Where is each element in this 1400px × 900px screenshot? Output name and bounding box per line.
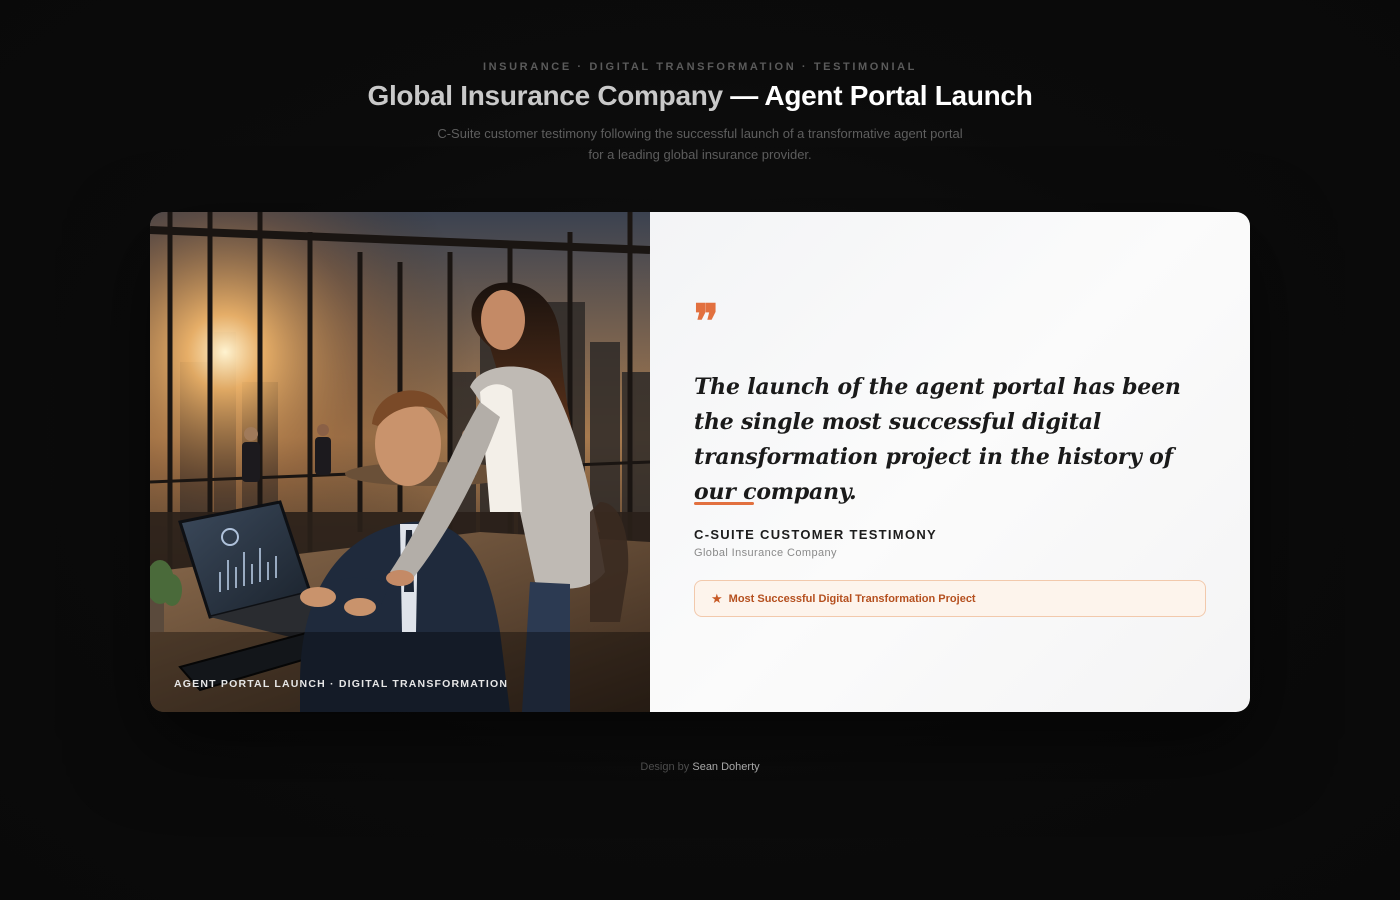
- quote-mark-icon: ❞: [694, 294, 719, 348]
- author-company: Global Insurance Company: [694, 547, 837, 559]
- office-photo-illustration: [150, 212, 650, 712]
- eyebrow-tags: INSURANCE · DIGITAL TRANSFORMATION · TES…: [482, 61, 917, 73]
- achievement-badge: ★ Most Successful Digital Transformation…: [694, 580, 1206, 617]
- star-icon: ★: [711, 590, 723, 606]
- footer-credit-prefix: Design by: [640, 761, 693, 773]
- footer-author-link[interactable]: Sean Doherty: [692, 761, 759, 773]
- page-title-project: — Agent Portal Launch: [722, 80, 1033, 111]
- achievement-badge-label: Most Successful Digital Transformation P…: [728, 592, 976, 605]
- page-subtitle: C-Suite customer testimony following the…: [437, 126, 963, 162]
- footer-credit: Design by Sean Doherty: [0, 761, 1400, 773]
- quote-panel: ❞ The launch of the agent portal has bee…: [650, 212, 1250, 712]
- accent-divider: [694, 502, 754, 505]
- page-title-company: Global Insurance Company: [367, 80, 723, 111]
- author-role: C-SUITE CUSTOMER TESTIMONY: [694, 527, 938, 542]
- testimonial-quote: The launch of the agent portal has been …: [694, 374, 1181, 505]
- testimonial-card: AGENT PORTAL LAUNCH · DIGITAL TRANSFORMA…: [150, 212, 1250, 712]
- office-photo: AGENT PORTAL LAUNCH · DIGITAL TRANSFORMA…: [150, 212, 650, 712]
- photo-caption: AGENT PORTAL LAUNCH · DIGITAL TRANSFORMA…: [174, 678, 509, 690]
- page-title: Global Insurance Company — Agent Portal …: [0, 80, 1400, 112]
- page: INSURANCE · DIGITAL TRANSFORMATION · TES…: [0, 0, 1400, 900]
